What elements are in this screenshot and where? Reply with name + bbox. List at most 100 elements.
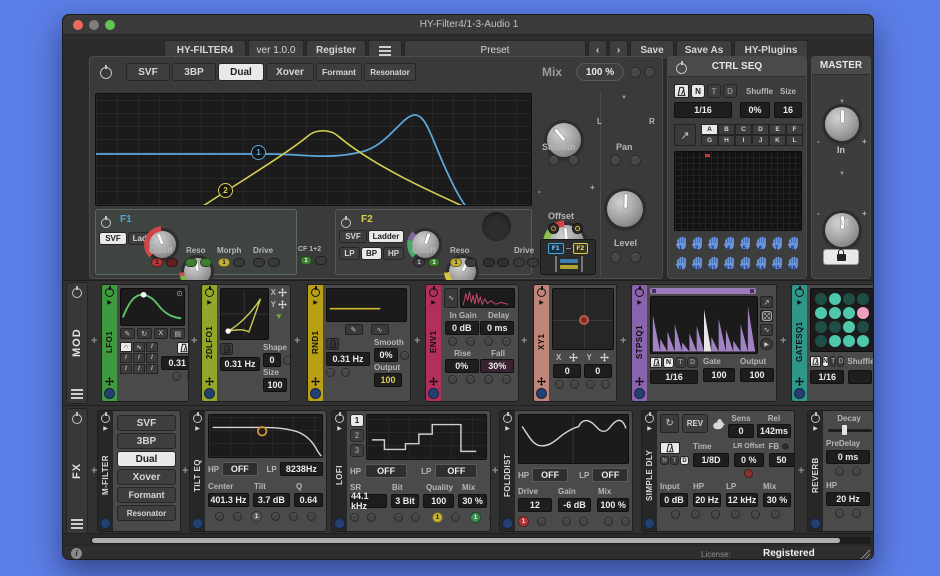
gatesq1-minimize-button[interactable] (794, 388, 805, 399)
filter2-badge[interactable]: 2 (218, 183, 233, 198)
folddist-lp-value[interactable]: OFF (592, 468, 628, 482)
stpsq1-display[interactable] (650, 296, 758, 354)
reverb-power-icon[interactable] (811, 414, 820, 423)
lofi-rb2[interactable] (367, 513, 376, 522)
2dlfo1-collapse-icon[interactable]: ▶ (207, 299, 212, 307)
simpledly-minimize-button[interactable] (644, 518, 655, 529)
f1-power-icon[interactable] (101, 218, 111, 228)
rnd1-smooth-value[interactable]: 0% (374, 348, 398, 362)
lofi-bit-value[interactable]: 3 Bit (391, 494, 420, 508)
ctrlseq-d-button[interactable]: D (723, 84, 737, 98)
cf-slot1[interactable]: 1 (300, 256, 312, 265)
offset-minus[interactable]: - (538, 187, 541, 196)
mix-inc-button[interactable] (644, 67, 655, 78)
stpsq1-sync-icon[interactable] (650, 357, 662, 368)
ctrlseq-grid-display[interactable] (674, 151, 802, 231)
rnd1-rate-value[interactable]: 0.31 Hz (326, 352, 370, 366)
lofi-display[interactable] (366, 414, 487, 460)
mfilter-collapse-icon[interactable]: ▶ (103, 425, 108, 433)
2dlfo1-size-value[interactable]: 100 (263, 378, 287, 392)
smooth-inc-button[interactable] (568, 155, 579, 166)
lfo1-minimize-button[interactable] (104, 388, 115, 399)
gatesq1-t-button[interactable]: T (830, 356, 836, 367)
simpledly-rb1[interactable] (671, 510, 680, 519)
rnd1-power-icon[interactable] (311, 288, 320, 297)
xy1-y-move-icon[interactable] (600, 353, 609, 362)
hand-button-5[interactable]: 5 (737, 235, 752, 254)
f1-morph-slot2[interactable] (233, 258, 245, 267)
lofi-sr-value[interactable]: 44.1 kHz (350, 494, 387, 508)
hand-button-16[interactable]: 16 (785, 255, 800, 274)
rnd1-inc-button[interactable] (341, 368, 350, 377)
tilteq-rb5[interactable] (307, 512, 316, 521)
mod-insert-button7[interactable]: + (780, 335, 786, 347)
gatesq1-grid[interactable] (810, 288, 874, 352)
env1-collapse-icon[interactable]: ▶ (431, 299, 436, 307)
reverb-collapse-icon[interactable]: ▶ (813, 425, 818, 433)
lfo1-move-icon[interactable] (105, 377, 114, 386)
env1-rb1[interactable] (448, 337, 457, 346)
tilteq-display[interactable] (208, 414, 323, 458)
lofi-power-icon[interactable] (335, 414, 344, 423)
f1-cutoff-slot2[interactable] (166, 258, 178, 267)
ctrlseq-sync-icon[interactable] (674, 84, 689, 98)
lfo1-grid-icon[interactable]: ▤ (170, 328, 185, 339)
hand-button-12[interactable]: 12 (721, 255, 736, 274)
2dlfo1-minimize-button[interactable] (204, 388, 215, 399)
stpsq1-expand-icon[interactable]: ↗ (760, 296, 773, 308)
rnd1-output-value[interactable]: 100 (374, 373, 402, 387)
folddist-rb1[interactable] (537, 517, 546, 526)
stpsq1-dice-icon[interactable] (760, 310, 773, 322)
2dlfo1-shape-value[interactable]: 0 (263, 353, 281, 367)
2dlfo1-move-icon[interactable] (205, 377, 214, 386)
gatesq1-collapse-icon[interactable]: ▶ (797, 299, 802, 307)
stpsq1-play-icon[interactable]: ▶ (760, 338, 773, 350)
f2-power-icon[interactable] (341, 218, 351, 228)
filter-power-icon[interactable] (100, 67, 112, 79)
folddist-mix-value[interactable]: 100 % (597, 498, 629, 512)
tab-dual[interactable]: Dual (218, 63, 264, 81)
xy1-x-value[interactable]: 0 (553, 364, 581, 378)
rnd1-smooth-inc[interactable] (400, 351, 409, 360)
ctrlseq-rate-value[interactable]: 1/16 (674, 102, 732, 118)
mod-power-icon[interactable] (72, 288, 82, 298)
gatesq1-power-icon[interactable] (795, 288, 804, 297)
env1-rb7[interactable] (484, 375, 493, 384)
lofi-rb5[interactable] (451, 513, 460, 522)
reverb-decay-slider[interactable] (826, 425, 872, 435)
mix-value[interactable]: 100 % (576, 63, 624, 81)
duck-icon[interactable] (711, 416, 725, 431)
lfo1-sync-icon[interactable] (177, 342, 188, 354)
simpledly-rb4[interactable] (731, 510, 740, 519)
reverb-decay-handle[interactable] (842, 425, 847, 435)
reverb-predelay-value[interactable]: 0 ms (826, 450, 870, 464)
2dlfo1-sync-icon[interactable] (220, 343, 233, 355)
hand-button-9[interactable]: 9 (673, 255, 688, 274)
lfo1-dec-button[interactable] (172, 372, 181, 381)
mod-insert-button2[interactable]: + (191, 335, 197, 347)
mfilter-minimize-button[interactable] (100, 518, 111, 529)
env1-rb5[interactable] (448, 375, 457, 384)
smooth-dec-button[interactable] (548, 155, 559, 166)
horizontal-scrollbar[interactable] (91, 537, 871, 544)
simpledly-input-value[interactable]: 0 dB (660, 493, 688, 507)
xy1-collapse-icon[interactable]: ▶ (539, 299, 544, 307)
lofi-rb3[interactable] (394, 513, 403, 522)
lofi-tab-3[interactable]: 3 (350, 444, 364, 457)
rnd1-step-icon[interactable]: ✎ (345, 324, 363, 335)
stpsq1-output-value[interactable]: 100 (740, 368, 774, 382)
f2-cutoff-slot1[interactable]: 1 (413, 258, 425, 267)
tab-xover[interactable]: Xover (266, 63, 314, 81)
mod-insert-button[interactable]: + (91, 335, 97, 347)
folddist-drive-value[interactable]: 12 (518, 498, 552, 512)
xy1-rb1[interactable] (555, 380, 564, 389)
tab-formant[interactable]: Formant (316, 63, 362, 81)
bank-g[interactable]: G (701, 135, 718, 146)
tab-svf[interactable]: SVF (126, 63, 170, 81)
2dlfo1-y-move-icon[interactable] (278, 300, 287, 309)
lfo1-shape-ramp7[interactable]: / (146, 364, 158, 374)
f2-reso-slot2[interactable] (465, 258, 477, 267)
mfilter-opt-formant[interactable]: Formant (117, 487, 176, 503)
f1-drive-slot1[interactable] (253, 258, 265, 267)
filter1-badge[interactable]: 1 (251, 145, 266, 160)
